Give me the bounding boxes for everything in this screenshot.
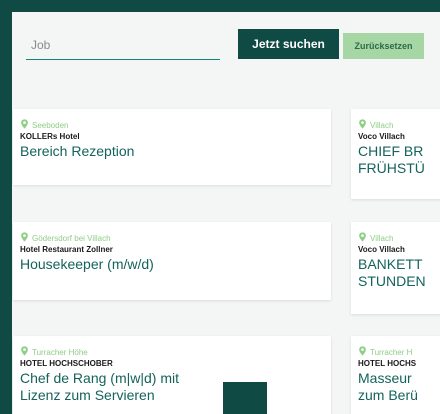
location-pin-icon — [21, 119, 28, 129]
job-card[interactable]: Seeboden KOLLERs Hotel Bereich Rezeption — [13, 109, 331, 185]
job-location: Villach — [358, 232, 440, 244]
location-pin-icon — [359, 232, 366, 242]
job-company: Voco Villach — [358, 132, 405, 141]
job-location-text: Turracher Höhe — [32, 348, 88, 357]
job-title[interactable]: CHIEF BR FRÜHSTÜ — [358, 143, 440, 177]
job-location: Turracher H — [358, 346, 440, 358]
location-pin-icon — [21, 346, 28, 356]
search-button[interactable]: Jetzt suchen — [238, 29, 339, 59]
search-bar: Jetzt suchen Zurücksetzen — [12, 12, 440, 92]
job-company: Voco Villach — [358, 245, 405, 254]
job-company: HOTEL HOCHS — [358, 359, 417, 368]
job-card[interactable]: Turracher H HOTEL HOCHS Masseur zum Berü — [351, 336, 440, 414]
job-location-text: Turracher H — [370, 348, 413, 357]
job-search-panel: Jetzt suchen Zurücksetzen Seeboden KOLLE… — [12, 12, 440, 414]
location-pin-icon — [21, 232, 28, 242]
job-location: Seeboden — [20, 119, 331, 131]
location-pin-icon — [359, 119, 366, 129]
job-title[interactable]: Chef de Rang (m|w|d) mit Lizenz zum Serv… — [20, 370, 331, 404]
job-title[interactable]: BANKETT STUNDEN — [358, 256, 440, 290]
job-company: HOTEL HOCHSCHOBER — [20, 359, 113, 368]
overlay-block — [223, 382, 267, 414]
job-card[interactable]: Gödersdorf bei Villach Hotel Restaurant … — [13, 222, 331, 300]
job-location: Gödersdorf bei Villach — [20, 232, 331, 244]
job-card[interactable]: Turracher Höhe HOTEL HOCHSCHOBER Chef de… — [13, 336, 331, 414]
location-pin-icon — [359, 346, 366, 356]
job-location-text: Villach — [370, 234, 394, 243]
job-search-input[interactable] — [26, 31, 220, 60]
reset-button[interactable]: Zurücksetzen — [343, 33, 424, 59]
job-location: Villach — [358, 119, 440, 131]
job-location-text: Villach — [370, 121, 394, 130]
job-title[interactable]: Bereich Rezeption — [20, 143, 331, 160]
job-company: KOLLERs Hotel — [20, 132, 80, 141]
job-location: Turracher Höhe — [20, 346, 331, 358]
job-card[interactable]: Villach Voco Villach CHIEF BR FRÜHSTÜ — [351, 109, 440, 199]
job-card[interactable]: Villach Voco Villach BANKETT STUNDEN — [351, 222, 440, 314]
job-company: Hotel Restaurant Zollner — [20, 245, 113, 254]
job-location-text: Gödersdorf bei Villach — [32, 234, 111, 243]
job-title[interactable]: Housekeeper (m/w/d) — [20, 256, 331, 273]
job-location-text: Seeboden — [32, 121, 69, 130]
job-title[interactable]: Masseur zum Berü — [358, 370, 440, 404]
